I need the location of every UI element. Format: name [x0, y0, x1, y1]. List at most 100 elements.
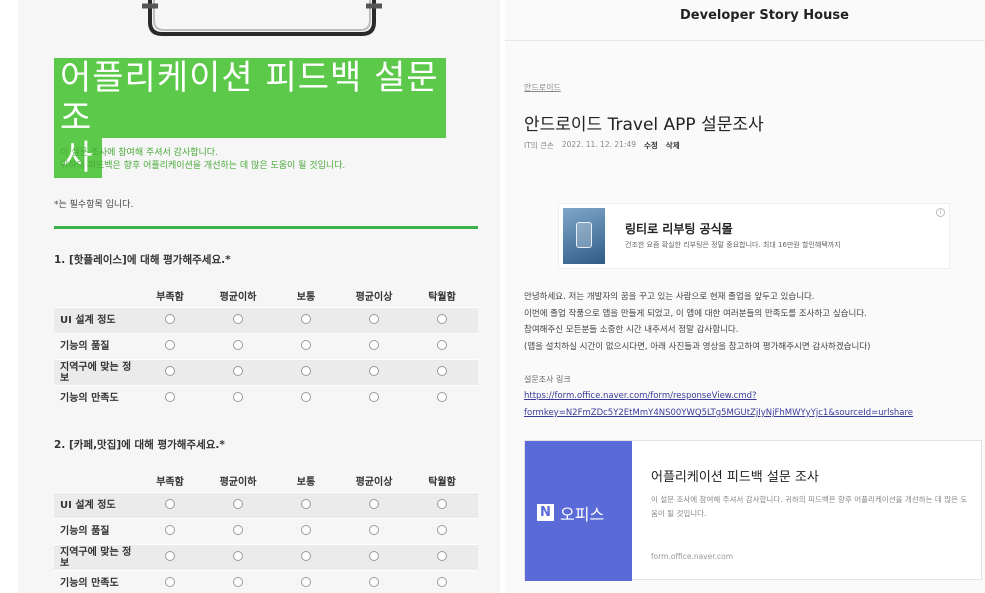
- section-divider: [54, 226, 478, 229]
- table-row: 기능의 만족도: [54, 385, 478, 411]
- column-header: 탁월함: [428, 291, 456, 303]
- rating-radio[interactable]: [301, 577, 311, 587]
- rating-radio[interactable]: [233, 499, 243, 509]
- body-line: (앱을 설치하실 시간이 없으시다면, 아래 사진들과 영상을 참고하여 평가해…: [524, 341, 871, 352]
- rating-radio[interactable]: [437, 366, 447, 376]
- survey-link-line-2[interactable]: formkey=N2FmZDc5Y2EtMmY4NS00YWQ5LTg5MGUt…: [524, 405, 964, 422]
- rating-radio[interactable]: [301, 392, 311, 402]
- rating-radio[interactable]: [301, 499, 311, 509]
- delete-button[interactable]: 삭제: [666, 140, 680, 151]
- table-row: UI 설계 정도: [54, 492, 478, 518]
- category-link[interactable]: 안드로이드: [524, 82, 561, 93]
- rating-radio[interactable]: [233, 366, 243, 376]
- header-divider: [505, 40, 985, 41]
- table-row: 기능의 만족도: [54, 570, 478, 593]
- rating-radio[interactable]: [233, 340, 243, 350]
- survey-intro-line-2: 귀하의 피드백은 향후 어플리케이션을 개선하는 데 많은 도움이 될 것입니다…: [60, 161, 346, 171]
- post-datetime: 2022. 11. 12. 21:49: [561, 140, 636, 149]
- rating-radio[interactable]: [369, 525, 379, 535]
- row-label: UI 설계 정도: [60, 315, 116, 326]
- ad-info-icon[interactable]: i: [936, 208, 945, 217]
- grid-header: 부족함 평균이하 보통 평균이상 탁월함: [54, 283, 478, 307]
- rating-radio[interactable]: [301, 366, 311, 376]
- table-row: UI 설계 정도: [54, 307, 478, 333]
- rating-radio[interactable]: [301, 551, 311, 561]
- rating-radio[interactable]: [369, 499, 379, 509]
- ad-banner[interactable]: 링티로 리부팅 공식몰 건조한 요즘 확실한 리부팅은 정말 중요합니다. 최대…: [558, 203, 950, 269]
- table-row: 지역구에 맞는 정보: [54, 544, 478, 570]
- rating-radio[interactable]: [437, 314, 447, 324]
- question-1-title: 1. [핫플레이스]에 대해 평가해주세요.*: [54, 254, 231, 266]
- column-header: 부족함: [156, 476, 184, 488]
- author: IT의 큰손: [524, 141, 554, 150]
- rating-radio[interactable]: [369, 392, 379, 402]
- question-1-grid: 부족함 평균이하 보통 평균이상 탁월함 UI 설계 정도 기능의 품질 지역구…: [54, 283, 478, 411]
- rating-radio[interactable]: [165, 340, 175, 350]
- blog-post-panel: Developer Story House 안드로이드 안드로이드 Travel…: [505, 0, 985, 593]
- grid-header: 부족함 평균이하 보통 평균이상 탁월함: [54, 468, 478, 492]
- clipboard-clip-icon: [142, 0, 382, 36]
- link-preview-card[interactable]: N 오피스 어플리케이션 피드백 설문 조사 이 설문 조사에 참여해 주셔서 …: [524, 440, 982, 581]
- column-header: 평균이상: [355, 291, 393, 303]
- row-label: 기능의 품질: [60, 341, 110, 352]
- survey-form-panel: 어플리케이션 피드백 설문 조 사 이 설문 조사에 참여해 주셔서 감사합니다…: [0, 0, 505, 593]
- rating-radio[interactable]: [301, 340, 311, 350]
- rating-radio[interactable]: [233, 314, 243, 324]
- survey-intro-line-1: 이 설문 조사에 참여해 주셔서 감사합니다.: [60, 148, 218, 158]
- row-label: 지역구에 맞는 정보: [60, 361, 132, 384]
- rating-radio[interactable]: [165, 551, 175, 561]
- table-row: 기능의 품질: [54, 333, 478, 359]
- rating-radio[interactable]: [437, 577, 447, 587]
- rating-radio[interactable]: [301, 314, 311, 324]
- rating-radio[interactable]: [369, 340, 379, 350]
- rating-radio[interactable]: [233, 392, 243, 402]
- rating-radio[interactable]: [437, 525, 447, 535]
- table-row: 기능의 품질: [54, 518, 478, 544]
- rating-radio[interactable]: [165, 366, 175, 376]
- rating-radio[interactable]: [437, 340, 447, 350]
- rating-radio[interactable]: [233, 525, 243, 535]
- rating-radio[interactable]: [233, 551, 243, 561]
- column-header: 보통: [296, 291, 316, 303]
- rating-radio[interactable]: [165, 314, 175, 324]
- column-header: 부족함: [156, 291, 184, 303]
- rating-radio[interactable]: [437, 392, 447, 402]
- table-row: 지역구에 맞는 정보: [54, 359, 478, 385]
- rating-radio[interactable]: [437, 499, 447, 509]
- ad-description: 건조한 요즘 확실한 리부팅은 정말 중요합니다. 최대 16만원 할인혜택까지: [625, 241, 841, 249]
- survey-link[interactable]: https://form.office.naver.com/form/respo…: [524, 388, 964, 422]
- rating-radio[interactable]: [165, 577, 175, 587]
- post-body: 안녕하세요. 저는 개발자의 꿈을 꾸고 있는 사람으로 현재 졸업을 앞두고 …: [524, 289, 964, 355]
- rating-radio[interactable]: [165, 525, 175, 535]
- post-meta: IT의 큰손 2022. 11. 12. 21:49 수정 삭제: [524, 140, 680, 151]
- naver-office-logo: N 오피스: [525, 441, 632, 581]
- body-line: 이번에 졸업 작품으로 앱을 만들게 되었고, 이 앱에 대한 여러분들의 만족…: [524, 308, 867, 319]
- question-2-grid: 부족함 평균이하 보통 평균이상 탁월함 UI 설계 정도 기능의 품질 지역구…: [54, 468, 478, 593]
- survey-title-line-1: 어플리케이션 피드백 설문 조: [54, 58, 446, 138]
- rating-radio[interactable]: [369, 314, 379, 324]
- blog-name[interactable]: Developer Story House: [680, 8, 849, 23]
- rating-radio[interactable]: [369, 577, 379, 587]
- column-header: 평균이하: [219, 476, 257, 488]
- required-note: *는 필수항목 입니다.: [54, 200, 134, 210]
- naver-n-icon: N: [537, 504, 554, 521]
- rating-radio[interactable]: [437, 551, 447, 561]
- rating-radio[interactable]: [369, 551, 379, 561]
- rating-radio[interactable]: [369, 366, 379, 376]
- survey-intro: 이 설문 조사에 참여해 주셔서 감사합니다. 귀하의 피드백은 향후 어플리케…: [60, 147, 460, 173]
- column-header: 평균이상: [355, 476, 393, 488]
- card-title: 어플리케이션 피드백 설문 조사: [651, 470, 819, 485]
- column-header: 평균이하: [219, 291, 257, 303]
- column-header: 탁월함: [428, 476, 456, 488]
- rating-radio[interactable]: [165, 392, 175, 402]
- ad-image: [563, 208, 605, 264]
- body-line: 참여해주신 모든분들 소중한 시간 내주셔서 정말 감사합니다.: [524, 325, 739, 335]
- rating-radio[interactable]: [165, 499, 175, 509]
- rating-radio[interactable]: [233, 577, 243, 587]
- survey-link-line-1[interactable]: https://form.office.naver.com/form/respo…: [524, 388, 964, 405]
- rating-radio[interactable]: [301, 525, 311, 535]
- column-header: 보통: [296, 476, 316, 488]
- card-domain: form.office.naver.com: [651, 552, 734, 561]
- ad-title: 링티로 리부팅 공식몰: [625, 222, 733, 236]
- edit-button[interactable]: 수정: [644, 140, 658, 151]
